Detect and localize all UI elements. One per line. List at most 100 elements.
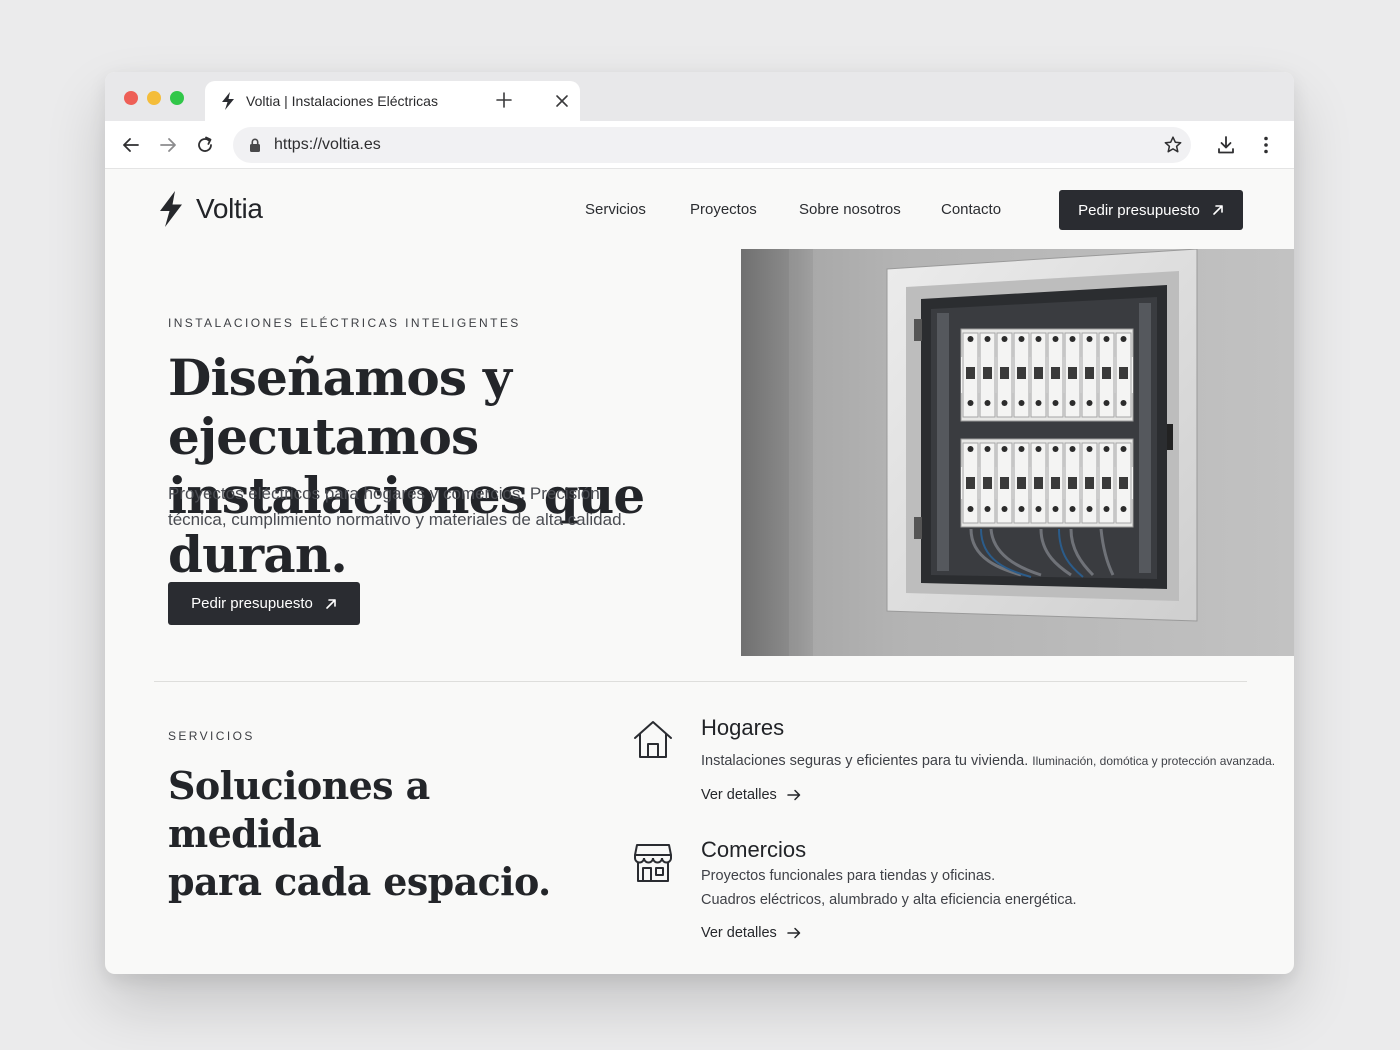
breaker-terminal	[1120, 336, 1127, 342]
bolt-favicon-icon	[222, 92, 234, 110]
browser-toolbar: https://voltia.es	[105, 121, 1294, 169]
breaker-switch	[1119, 477, 1128, 489]
arrow-up-right-icon	[1213, 205, 1223, 215]
service-link-comercios-label: Ver detalles	[701, 925, 777, 941]
more-menu-icon[interactable]	[1256, 135, 1276, 155]
bookmark-star-icon[interactable]	[1163, 135, 1183, 155]
breaker-switch	[1085, 477, 1094, 489]
header-quote-button-label: Pedir presupuesto	[1078, 201, 1200, 219]
tab-title: Voltia | Instalaciones Eléctricas	[246, 93, 438, 109]
active-tab[interactable]: Voltia | Instalaciones Eléctricas	[205, 81, 580, 121]
breaker-terminal	[1120, 446, 1127, 452]
header-quote-button[interactable]: Pedir presupuesto	[1059, 190, 1243, 230]
service-desc-comercios-line-1: Proyectos funcionales para tiendas y ofi…	[701, 868, 996, 884]
breaker-terminal	[967, 400, 974, 406]
breaker-terminal	[984, 400, 991, 406]
browser-window: Voltia | Instalaciones Eléctricas https:…	[105, 72, 1294, 974]
hero-eyebrow: INSTALACIONES ELÉCTRICAS INTELIGENTES	[168, 316, 521, 330]
breaker-terminal	[1035, 400, 1042, 406]
breaker-terminal	[984, 336, 991, 342]
house-icon	[634, 721, 672, 758]
tab-strip: Voltia | Instalaciones Eléctricas	[105, 72, 1294, 121]
services-title-line-1: Soluciones a medida	[168, 763, 430, 856]
address-bar[interactable]: https://voltia.es	[233, 127, 1191, 163]
breaker-switch	[1051, 477, 1060, 489]
arrow-up-right-icon	[326, 598, 336, 609]
breaker-switch	[1000, 477, 1009, 489]
breaker-terminal	[1018, 400, 1025, 406]
download-icon[interactable]	[1216, 135, 1236, 155]
hero-quote-button[interactable]: Pedir presupuesto	[168, 582, 360, 625]
breaker-terminal	[1001, 400, 1008, 406]
hero-quote-button-label: Pedir presupuesto	[191, 595, 313, 612]
voltia-logo-bolt-icon[interactable]	[157, 190, 185, 228]
breaker-terminal	[984, 506, 991, 512]
nav-link-servicios[interactable]: Servicios	[585, 201, 646, 218]
back-arrow-icon[interactable]	[121, 135, 141, 155]
breaker-terminal	[967, 506, 974, 512]
brand-logo-text[interactable]: Voltia	[196, 193, 263, 225]
breaker-terminal	[1086, 336, 1093, 342]
breaker-switch	[1017, 367, 1026, 379]
section-divider	[154, 681, 1247, 682]
new-tab-icon[interactable]	[496, 92, 512, 108]
breaker-terminal	[1069, 336, 1076, 342]
breaker-terminal	[1018, 506, 1025, 512]
breaker-terminal	[1103, 400, 1110, 406]
zoom-window-button[interactable]	[170, 91, 184, 105]
breaker-terminal	[1120, 400, 1127, 406]
breaker-terminal	[1018, 446, 1025, 452]
breaker-terminal	[1001, 336, 1008, 342]
service-title-hogares: Hogares	[701, 715, 785, 740]
breaker-switch	[1000, 367, 1009, 379]
breaker-switch	[1017, 477, 1026, 489]
breaker-switch	[1034, 477, 1043, 489]
breaker-switch	[1102, 367, 1111, 379]
breaker-switch	[966, 477, 975, 489]
breaker-switch	[1085, 367, 1094, 379]
close-tab-icon[interactable]	[555, 94, 569, 108]
breaker-switch	[1034, 367, 1043, 379]
breaker-switch	[983, 367, 992, 379]
breaker-terminal	[1103, 336, 1110, 342]
nav-link-sobre-nosotros[interactable]: Sobre nosotros	[799, 201, 901, 218]
breaker-switch	[966, 367, 975, 379]
reload-icon[interactable]	[195, 135, 215, 155]
nav-link-contacto[interactable]: Contacto	[941, 201, 1001, 218]
breaker-switch	[1102, 477, 1111, 489]
breaker-terminal	[1001, 446, 1008, 452]
service-link-comercios[interactable]: Ver detalles	[701, 925, 801, 941]
arrow-right-icon	[787, 789, 801, 801]
breaker-terminal	[1103, 506, 1110, 512]
service-title-comercios: Comercios	[701, 837, 807, 862]
services-title: Soluciones a medida para cada espacio.	[168, 762, 588, 906]
arrow-right-icon	[787, 927, 801, 939]
close-window-button[interactable]	[124, 91, 138, 105]
breaker-switch	[1068, 477, 1077, 489]
breaker-terminal	[1103, 446, 1110, 452]
electrical-panel-illustration	[741, 249, 1294, 656]
minimize-window-button[interactable]	[147, 91, 161, 105]
electrical-panel-photo	[741, 249, 1294, 656]
hero-subtitle: Proyectos eléctricos para hogares y come…	[168, 484, 627, 529]
forward-arrow-icon[interactable]	[158, 135, 178, 155]
breaker-terminal	[1069, 446, 1076, 452]
nav-link-proyectos[interactable]: Proyectos	[690, 201, 757, 218]
breaker-terminal	[1120, 506, 1127, 512]
hero-title-line-1: Diseñamos y ejecutamos	[168, 348, 512, 466]
breaker-switch	[1068, 367, 1077, 379]
breaker-terminal	[1035, 506, 1042, 512]
breaker-terminal	[1052, 400, 1059, 406]
breaker-switch	[1051, 367, 1060, 379]
breaker-terminal	[1086, 506, 1093, 512]
lock-icon	[250, 138, 260, 152]
breaker-switch	[983, 477, 992, 489]
service-desc-hogares-main: Instalaciones seguras y eficientes para …	[701, 753, 1029, 769]
breaker-terminal	[1069, 400, 1076, 406]
breaker-terminal	[1069, 506, 1076, 512]
breaker-terminal	[1086, 400, 1093, 406]
breaker-switch	[1119, 367, 1128, 379]
storefront-icon	[634, 844, 672, 882]
service-link-hogares[interactable]: Ver detalles	[701, 787, 801, 803]
service-desc-hogares-extra: Iluminación, domótica y protección avanz…	[1032, 754, 1276, 768]
